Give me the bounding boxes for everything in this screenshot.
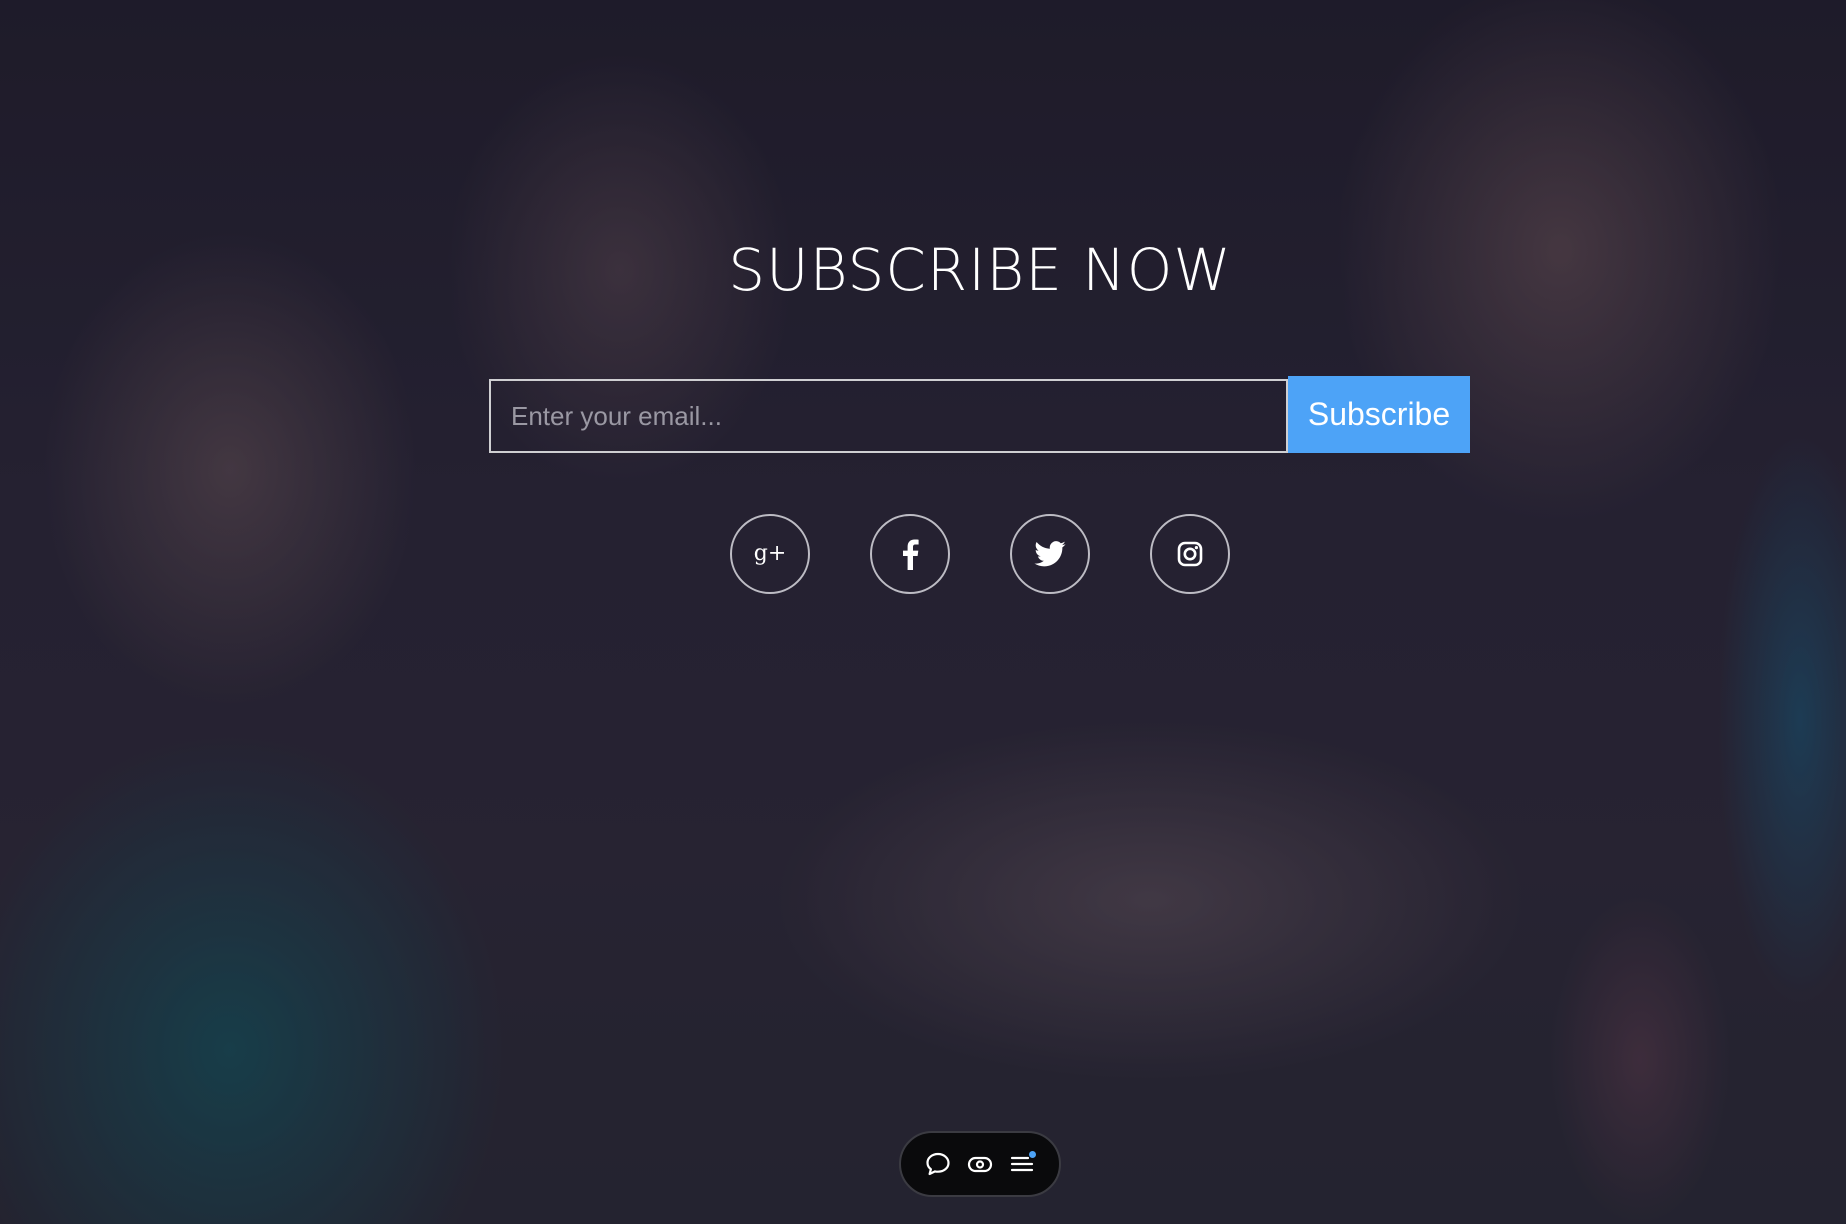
instagram-icon <box>1177 541 1203 567</box>
preview-button[interactable] <box>963 1147 997 1181</box>
instagram-link[interactable] <box>1150 514 1230 594</box>
facebook-link[interactable] <box>870 514 950 594</box>
page-title: SUBSCRIBE NOW <box>728 236 1232 304</box>
google-plus-link[interactable]: g+ <box>730 514 810 594</box>
email-field[interactable] <box>489 379 1288 453</box>
floating-toolbar <box>899 1131 1061 1197</box>
subscribe-section: SUBSCRIBE NOW Subscribe g+ <box>0 0 1846 1224</box>
twitter-link[interactable] <box>1010 514 1090 594</box>
subscribe-button[interactable]: Subscribe <box>1288 376 1470 453</box>
notification-dot <box>1029 1151 1036 1158</box>
twitter-icon <box>1034 541 1066 567</box>
chat-bubble-icon <box>926 1152 950 1176</box>
social-links: g+ <box>730 514 1230 594</box>
eye-icon <box>967 1156 993 1173</box>
comments-button[interactable] <box>921 1147 955 1181</box>
page: SUBSCRIBE NOW Subscribe g+ <box>0 0 1846 1224</box>
google-plus-icon: g+ <box>753 541 787 566</box>
facebook-icon <box>903 539 919 570</box>
subscribe-form: Subscribe <box>489 376 1470 453</box>
menu-button[interactable] <box>1005 1147 1039 1181</box>
